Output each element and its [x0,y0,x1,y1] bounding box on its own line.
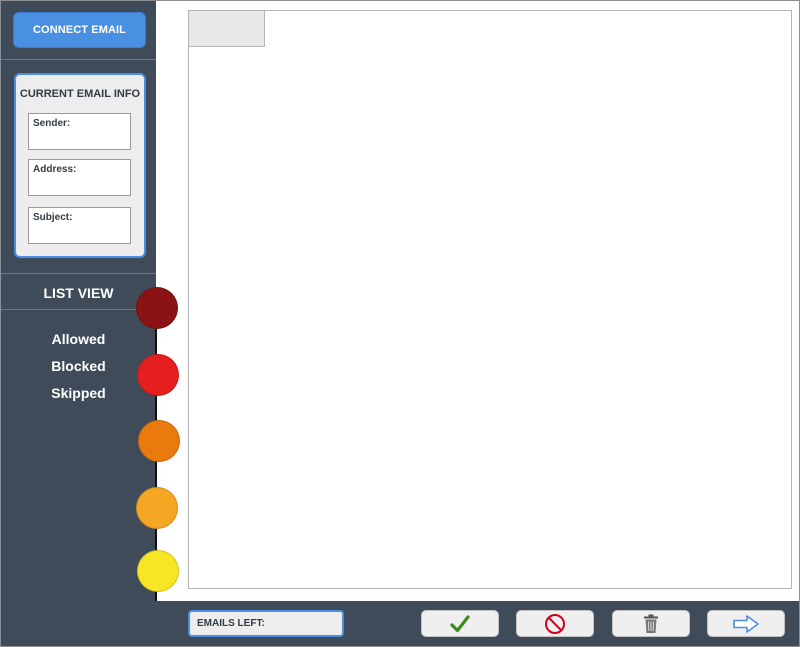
list-view-header: LIST VIEW [1,274,156,310]
connect-section: CONNECT EMAIL [1,1,156,60]
email-content-area [188,10,792,589]
current-email-info-panel: CURRENT EMAIL INFO Sender: Address: Subj… [14,73,146,258]
trash-icon [644,614,658,633]
arrow-right-icon [733,614,759,633]
sender-label: Sender: [33,118,71,129]
allow-button[interactable] [421,610,499,637]
subject-label: Subject: [33,212,73,223]
color-dot-orange[interactable] [138,420,180,462]
bottom-action-bar: EMAILS LEFT: [156,601,799,646]
delete-button[interactable] [612,610,690,637]
address-field: Address: [28,159,131,196]
sender-field: Sender: [28,113,131,150]
color-dot-light-orange[interactable] [136,487,178,529]
skip-button[interactable] [707,610,785,637]
email-info-title: CURRENT EMAIL INFO [19,88,141,100]
list-item-allowed[interactable]: Allowed [1,331,156,347]
address-label: Address: [33,164,77,175]
block-button[interactable] [516,610,594,637]
app-window: CONNECT EMAIL CURRENT EMAIL INFO Sender:… [0,0,800,647]
list-item-skipped[interactable]: Skipped [1,385,156,401]
list-item-blocked[interactable]: Blocked [1,358,156,374]
color-dot-dark-red[interactable] [136,287,178,329]
prohibited-icon [545,613,565,634]
checkmark-icon [450,614,470,632]
content-tab[interactable] [189,11,265,47]
color-dot-yellow[interactable] [137,550,179,592]
connect-email-button[interactable]: CONNECT EMAIL [13,12,146,48]
emails-left-counter: EMAILS LEFT: [188,610,344,637]
email-info-section: CURRENT EMAIL INFO Sender: Address: Subj… [1,60,156,274]
subject-field: Subject: [28,207,131,244]
emails-left-label: EMAILS LEFT: [197,618,265,629]
color-dot-red[interactable] [137,354,179,396]
sidebar: CONNECT EMAIL CURRENT EMAIL INFO Sender:… [1,1,156,646]
